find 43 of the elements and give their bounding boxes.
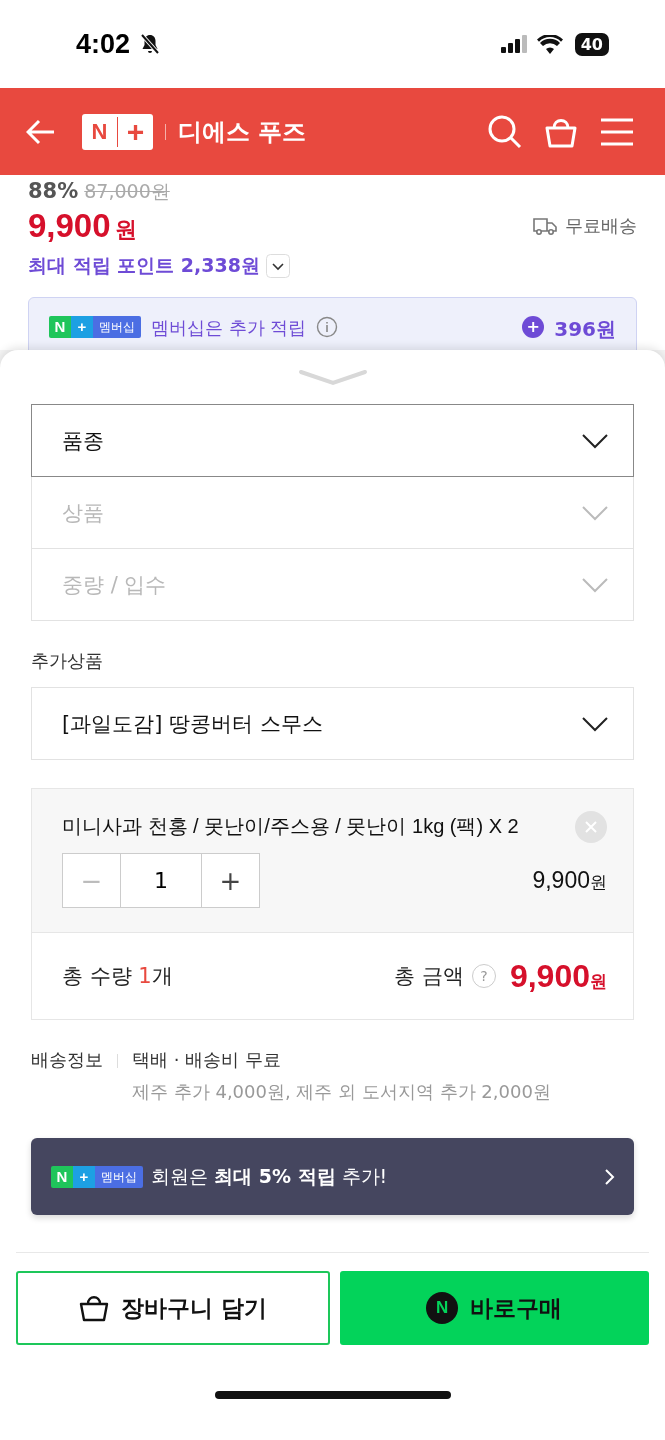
signal-icon (500, 35, 529, 53)
buy-now-button[interactable]: N 바로구매 (339, 1271, 649, 1345)
total-label: 총 금액 (394, 963, 464, 990)
shopping-basket-icon (78, 1294, 109, 1322)
plus-badge: + (522, 316, 545, 338)
chevron-down-icon[interactable] (265, 254, 290, 278)
addon-select[interactable]: [과일도감] 땅콩버터 스무스 (31, 687, 634, 760)
search-icon[interactable] (487, 113, 523, 150)
back-arrow-icon[interactable] (26, 118, 56, 145)
delivery-label: 배송정보 (31, 1048, 103, 1072)
free-shipping-label: 무료배송 (565, 214, 637, 238)
total-price: 9,900원 (509, 957, 607, 995)
truck-icon (533, 216, 557, 236)
sale-price: 9,900 원 (28, 207, 137, 245)
collapse-handle-icon[interactable] (297, 368, 368, 386)
wifi-icon (536, 34, 563, 54)
chevron-right-icon (604, 1167, 616, 1186)
chevron-down-icon (581, 715, 609, 732)
membership-banner[interactable]: N + 멤버십 회원은 최대 5% 적립 추가! (31, 1138, 634, 1215)
membership-points: 396원 (554, 316, 616, 343)
status-time: 4:02 (76, 28, 131, 60)
total-quantity: 총 수량 1개 (62, 963, 173, 990)
shop-name[interactable]: 디에스 푸즈 (178, 115, 307, 148)
store-logo[interactable]: N + (82, 113, 153, 150)
discount-rate: 88% (28, 179, 79, 203)
delivery-method: 택배 · 배송비 무료 (132, 1048, 282, 1072)
item-price: 9,900원 (532, 867, 607, 894)
original-price: 87,000원 (84, 179, 170, 204)
banner-text: 회원은 최대 5% 적립 추가! (151, 1163, 388, 1189)
add-to-cart-button[interactable]: 장바구니 담기 (16, 1271, 330, 1345)
chevron-down-icon (581, 432, 609, 449)
n-logo: N (426, 1292, 459, 1324)
option-select[interactable]: 품종 (31, 404, 634, 477)
delivery-note: 제주 추가 4,000원, 제주 외 도서지역 추가 2,000원 (132, 1080, 551, 1104)
membership-text: 멤버십은 추가 적립 (151, 316, 307, 340)
info-icon[interactable] (316, 316, 339, 338)
menu-icon[interactable] (599, 116, 635, 147)
chevron-down-icon (581, 576, 609, 593)
chevron-down-icon (581, 504, 609, 521)
item-name: 미니사과 천홍 / 못난이/주스용 / 못난이 1kg (팩) X 2 (62, 814, 519, 839)
max-points: 최대 적립 포인트 2,338원 (28, 253, 260, 278)
battery-indicator: 40 (574, 32, 609, 56)
addon-label: 추가상품 (31, 649, 104, 673)
